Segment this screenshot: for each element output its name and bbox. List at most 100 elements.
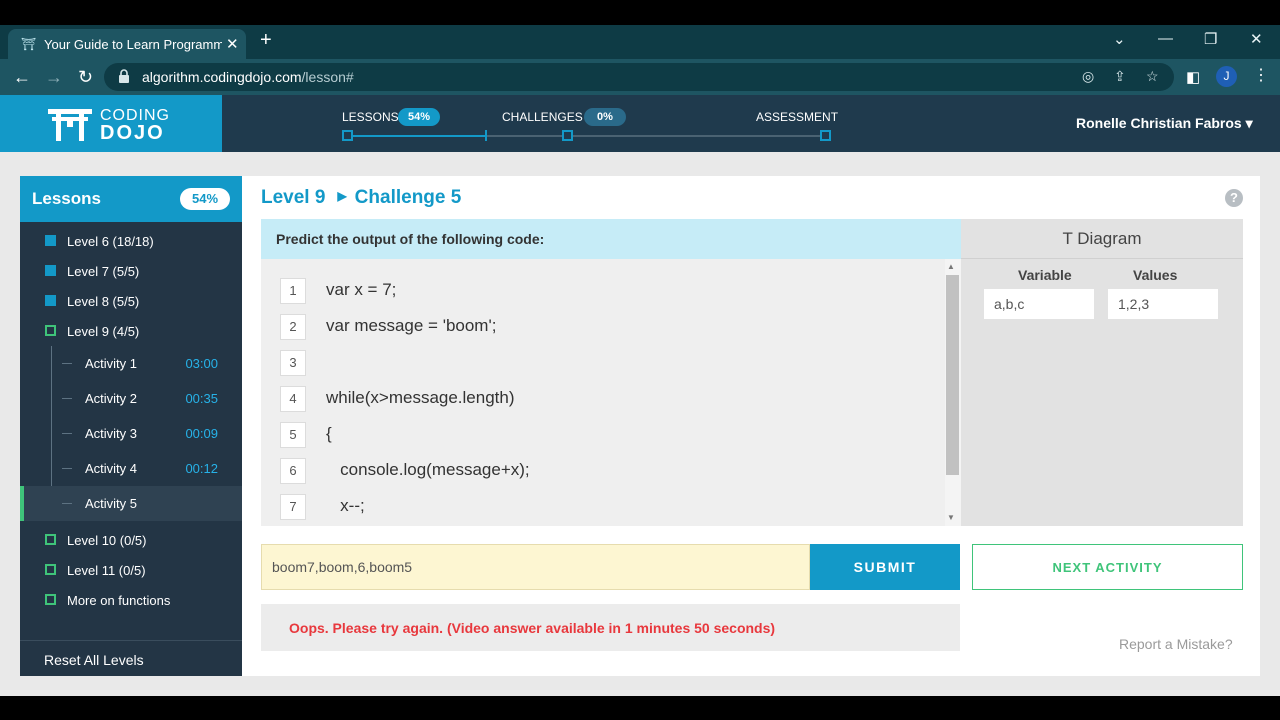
activity-time: 00:35 (185, 391, 218, 406)
t-diagram: T Diagram Variable Values (961, 219, 1243, 526)
line-number: 3 (280, 350, 306, 376)
activity-time: 00:09 (185, 426, 218, 441)
code-scrollbar-thumb[interactable] (946, 275, 959, 475)
level-open-icon (45, 534, 56, 545)
code-text: while(x>message.length) (326, 388, 515, 407)
breadcrumb-challenge: Challenge 5 (354, 187, 462, 208)
sidebar-header: Lessons 54% (20, 176, 242, 222)
level-open-icon (45, 564, 56, 575)
sidebar-item-level-8[interactable]: Level 8 (5/5) (20, 286, 242, 316)
restore-icon[interactable]: ❐ (1204, 30, 1217, 48)
sidebar-item-activity-4[interactable]: Activity 4 00:12 (20, 451, 242, 486)
line-number: 7 (280, 494, 306, 520)
caret-right-icon: ▶ (337, 189, 347, 203)
level-open-icon (45, 594, 56, 605)
minimize-icon[interactable]: — (1158, 30, 1173, 47)
progress-challenges-label[interactable]: CHALLENGES (502, 110, 583, 124)
scroll-down-icon[interactable]: ▼ (947, 513, 955, 522)
progress-node-lessons (342, 130, 353, 141)
tree-branch (62, 433, 72, 434)
tab-close-icon[interactable]: ✕ (226, 35, 239, 53)
share-icon[interactable]: ⇪ (1114, 68, 1126, 85)
breadcrumb: Level 9 ▶ Challenge 5 (261, 187, 461, 209)
lock-icon (119, 69, 129, 83)
progress-lessons-label[interactable]: LESSONS (342, 110, 399, 124)
sidebar-item-activity-2[interactable]: Activity 2 00:35 (20, 381, 242, 416)
sidebar-item-activity-1[interactable]: Activity 1 03:00 (20, 346, 242, 381)
coding-dojo-logo[interactable]: CODING DOJO (0, 95, 222, 152)
activity-time: 00:12 (185, 461, 218, 476)
code-text: x--; (326, 496, 365, 515)
browser-toolbar: ← → ↻ algorithm.codingdojo.com/lesson# ◎… (0, 59, 1280, 95)
tree-branch (62, 503, 72, 504)
question-prompt: Predict the output of the following code… (261, 219, 961, 259)
t-diagram-title: T Diagram (961, 219, 1243, 259)
forward-arrow-icon[interactable]: → (45, 67, 63, 87)
submit-button[interactable]: SUBMIT (810, 544, 960, 590)
side-panel-icon[interactable]: ◧ (1186, 68, 1200, 88)
level-complete-icon (45, 235, 56, 246)
sidebar-item-level-7[interactable]: Level 7 (5/5) (20, 256, 242, 286)
next-activity-button[interactable]: NEXT ACTIVITY (972, 544, 1243, 590)
values-input[interactable] (1108, 289, 1218, 319)
app-window: ⛩ Your Guide to Learn Programming ✕ + ⌄ … (0, 0, 1280, 720)
variable-column-header: Variable (1018, 267, 1072, 283)
site-favicon-icon: ⛩ (21, 37, 37, 51)
tree-branch (62, 398, 72, 399)
code-text: console.log(message+x); (326, 460, 530, 479)
error-message: Oops. Please try again. (Video answer av… (289, 620, 776, 636)
variable-input[interactable] (984, 289, 1094, 319)
sidebar-item-activity-3[interactable]: Activity 3 00:09 (20, 416, 242, 451)
challenge-panel: Level 9 ▶ Challenge 5 ? Predict the output… (242, 176, 1260, 676)
level-complete-icon (45, 265, 56, 276)
line-number: 4 (280, 386, 306, 412)
app-header: CODING DOJO LESSONS 54% CHALLENGES 0% AS… (0, 95, 1280, 152)
profile-avatar[interactable]: J (1216, 66, 1237, 87)
values-column-header: Values (1133, 267, 1178, 283)
code-text: var message = 'boom'; (326, 316, 497, 335)
active-indicator (20, 486, 24, 521)
code-text: { (326, 424, 332, 443)
activity-time: 03:00 (185, 356, 218, 371)
progress-assessment-label[interactable]: ASSESSMENT (756, 110, 838, 124)
progress-marker (485, 130, 487, 141)
url-text: algorithm.codingdojo.com/lesson# (142, 69, 354, 85)
level-open-icon (45, 325, 56, 336)
sidebar-item-more-on-functions[interactable]: More on functions (20, 585, 242, 615)
level-complete-icon (45, 295, 56, 306)
sidebar-item-level-9[interactable]: Level 9 (4/5) (20, 316, 242, 346)
progress-node-assessment (820, 130, 831, 141)
reset-all-levels-button[interactable]: Reset All Levels (20, 640, 242, 676)
new-tab-button[interactable]: + (260, 29, 272, 51)
lessons-sidebar: Lessons 54% Level 6 (18/18) Level 7 (5/5… (20, 176, 242, 676)
breadcrumb-level[interactable]: Level 9 (261, 187, 325, 208)
tree-branch (62, 363, 72, 364)
bookmark-star-icon[interactable]: ☆ (1146, 68, 1159, 85)
line-number: 2 (280, 314, 306, 340)
progress-fill (347, 135, 485, 137)
address-bar[interactable]: algorithm.codingdojo.com/lesson# ◎ ⇪ ☆ (104, 63, 1174, 91)
line-number: 5 (280, 422, 306, 448)
user-menu[interactable]: Ronelle Christian Fabros ▾ (1076, 115, 1253, 132)
tree-branch (62, 468, 72, 469)
browser-tab[interactable]: ⛩ Your Guide to Learn Programming ✕ (8, 29, 246, 59)
eye-slash-icon[interactable]: ◎ (1082, 68, 1094, 85)
report-mistake-link[interactable]: Report a Mistake? (1119, 636, 1233, 652)
reload-icon[interactable]: ↻ (78, 67, 93, 87)
line-number: 1 (280, 278, 306, 304)
sidebar-item-level-6[interactable]: Level 6 (18/18) (20, 226, 242, 256)
answer-input[interactable] (261, 544, 810, 590)
help-icon[interactable]: ? (1225, 189, 1243, 207)
content-area: Lessons 54% Level 6 (18/18) Level 7 (5/5… (0, 152, 1280, 696)
sidebar-item-level-10[interactable]: Level 10 (0/5) (20, 525, 242, 555)
sidebar-item-level-11[interactable]: Level 11 (0/5) (20, 555, 242, 585)
tab-search-chevron-icon[interactable]: ⌄ (1113, 30, 1126, 48)
scroll-up-icon[interactable]: ▲ (947, 262, 955, 271)
progress-challenges-badge: 0% (584, 108, 626, 126)
sidebar-item-activity-5[interactable]: Activity 5 (20, 486, 242, 521)
sidebar-percent-badge: 54% (180, 188, 230, 210)
back-arrow-icon[interactable]: ← (13, 67, 31, 87)
more-options-icon[interactable]: ⋮ (1253, 65, 1269, 85)
window-close-icon[interactable]: ✕ (1250, 30, 1263, 48)
code-viewer[interactable]: 1 var x = 7; 2 var message = 'boom'; 3 4… (261, 259, 961, 526)
